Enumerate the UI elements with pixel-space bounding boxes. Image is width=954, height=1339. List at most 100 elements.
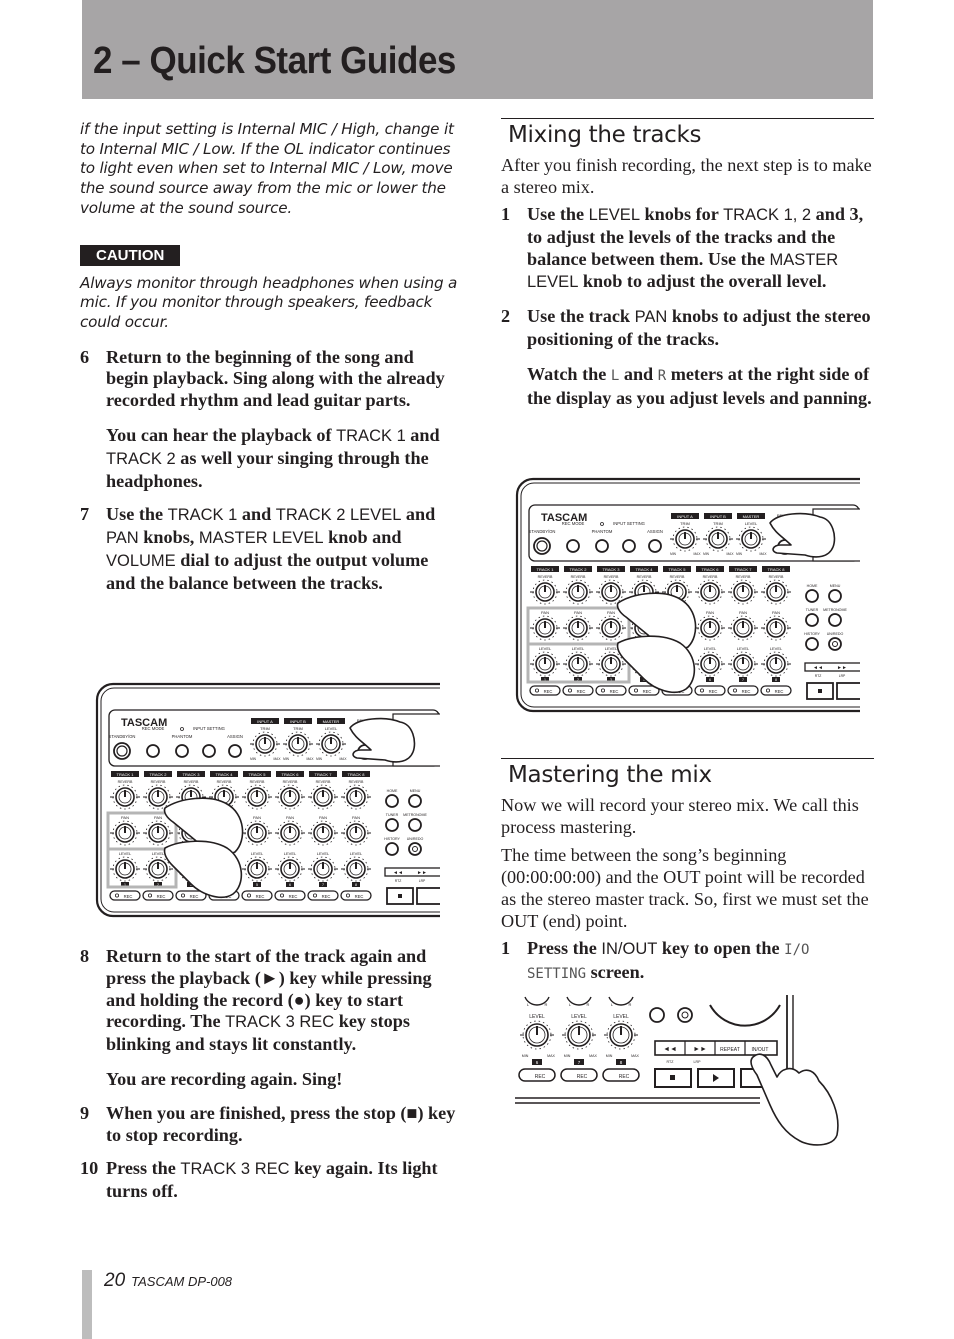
track-number: 7 — [322, 883, 324, 887]
jog-wheel — [709, 1004, 781, 1027]
rec-label: REC — [544, 689, 553, 694]
nav-button — [828, 589, 842, 603]
top-button-label: INPUT SETTING — [193, 726, 225, 731]
reverb-label: REVERB — [769, 575, 784, 579]
history-button — [649, 1007, 665, 1023]
pan-label: PAN — [154, 815, 162, 820]
stop-icon — [818, 689, 822, 693]
pan-label: PAN — [772, 610, 780, 615]
pan-label: PAN — [706, 610, 714, 615]
nav-button — [408, 842, 422, 856]
rec-label: REC — [322, 894, 331, 899]
min-label: MIN — [250, 757, 257, 761]
knob-label: TRIM — [680, 521, 690, 526]
track-label: TRACK 3 — [603, 567, 621, 572]
top-button-label: STANDBY/ON — [529, 529, 556, 534]
pan-label: PAN — [253, 815, 261, 820]
rtz-label: RTZ — [667, 1060, 675, 1064]
level-label: LEVEL — [737, 646, 750, 651]
max-label: MAX — [274, 757, 282, 761]
reverb-label: REVERB — [184, 780, 199, 784]
track-label: TRACK 1 — [537, 567, 555, 572]
level-label: LEVEL — [539, 646, 552, 651]
top-button-label: REC MODE — [562, 521, 585, 526]
step-7: 7 Use the TRACK 1 and TRACK 2 LEVEL and … — [80, 504, 460, 594]
intro-note: if the input setting is Internal MIC / H… — [80, 120, 454, 217]
rec-label: REC — [190, 894, 199, 899]
reverb-label: REVERB — [538, 575, 553, 579]
nav-button — [385, 794, 399, 808]
track-label: TRACK 6 — [282, 772, 300, 777]
step-10: 10 Press the TRACK 3 REC key again. Its … — [80, 1158, 460, 1203]
nav-button — [385, 818, 399, 832]
track-label: TRACK 2 — [150, 772, 168, 777]
rec-label: REC — [289, 894, 298, 899]
rewind-button: ◄◄ — [393, 870, 403, 876]
step-9: 9 When you are finished, press the stop … — [80, 1103, 460, 1147]
rec-label: REC — [577, 1074, 588, 1080]
left-column: if the input setting is Internal MIC / H… — [80, 120, 460, 607]
transport-key: ◄◄ — [663, 1046, 677, 1053]
footer-model: TASCAM DP-008 — [131, 1274, 233, 1289]
nav-button-label: METRONOME — [403, 813, 427, 817]
pan-label: PAN — [319, 815, 327, 820]
hand-pressing-in-out — [750, 1053, 839, 1146]
track-number: 6 — [289, 883, 291, 887]
top-button-label: REC MODE — [142, 726, 165, 731]
nav-button — [828, 637, 842, 651]
nav-button — [828, 613, 842, 627]
input-label: INPUT A — [257, 719, 273, 724]
track-number: 8 — [775, 678, 777, 682]
right-column: Mixing the tracks After you finish recor… — [501, 118, 874, 421]
nav-button-label: TUNER — [386, 813, 399, 817]
step-7-text: Use the TRACK 1 and TRACK 2 LEVEL and PA… — [106, 504, 436, 593]
mastering-para-1: Now we will record your stereo mix. We c… — [501, 795, 859, 837]
page-number: 20 — [104, 1270, 126, 1291]
nav-button — [805, 637, 819, 651]
step-6-sub: You can hear the playback of TRACK 1 and… — [106, 425, 440, 491]
level-label: LEVEL — [704, 646, 717, 651]
nav-button — [805, 589, 819, 603]
max-label: MAX — [547, 1054, 555, 1058]
left-column-lower: 8 Return to the start of the track again… — [80, 946, 460, 1215]
reverb-label: REVERB — [349, 780, 364, 784]
track-label: TRACK 4 — [216, 772, 234, 777]
knob-label: LEVEL — [745, 521, 758, 526]
top-button — [595, 539, 609, 553]
track-label: TRACK 5 — [669, 567, 687, 572]
min-label: MIN — [522, 1054, 529, 1058]
hand-master-level — [349, 717, 416, 763]
nav-button-label: TUNER — [806, 608, 819, 612]
transport-key: IN/OUT — [752, 1047, 769, 1053]
rec-label: REC — [619, 1074, 630, 1080]
play-button — [416, 887, 444, 905]
top-button — [146, 744, 160, 758]
min-label: MIN — [283, 757, 290, 761]
step-8-text: Return to the start of the track again a… — [106, 946, 432, 1055]
input-label: INPUT A — [677, 514, 693, 519]
step-8-sub: You are recording again. Sing! — [106, 1068, 343, 1089]
track-label: TRACK 4 — [636, 567, 654, 572]
footer: 20 TASCAM DP-008 — [104, 1270, 232, 1292]
top-button-label: PHANTOM — [172, 734, 193, 739]
level-label: LEVEL — [571, 1014, 587, 1020]
rec-label: REC — [355, 894, 364, 899]
level-label: LEVEL — [529, 1014, 545, 1020]
reverb-label: REVERB — [118, 780, 133, 784]
transport-key: REPEAT — [720, 1047, 740, 1053]
level-label: LEVEL — [572, 646, 585, 651]
top-button-label: ASSIGN — [227, 734, 243, 739]
track-label: TRACK 7 — [735, 567, 753, 572]
nav-button-label: HOME — [807, 584, 818, 588]
phantom-led — [600, 522, 604, 526]
reverb-label: REVERB — [151, 780, 166, 784]
track-number: 7 — [742, 678, 744, 682]
reverb-label: REVERB — [217, 780, 232, 784]
reverb-label: REVERB — [703, 575, 718, 579]
step-10-text: Press the TRACK 3 REC key again. Its lig… — [106, 1158, 438, 1202]
r-label: R — [545, 1002, 548, 1007]
reverb-label: REVERB — [571, 575, 586, 579]
chapter-title: 2 – Quick Start Guides — [93, 40, 456, 82]
fast-forward-button: ►► — [837, 665, 847, 671]
mixing-step-1: 1 Use the LEVEL knobs for TRACK 1, 2 and… — [501, 204, 864, 292]
